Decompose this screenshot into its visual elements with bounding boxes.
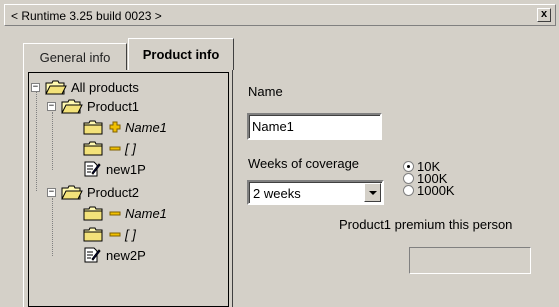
collapse-icon[interactable]: − <box>31 82 40 92</box>
radio-selected-icon[interactable] <box>403 161 414 172</box>
tree-line <box>52 198 53 256</box>
radio-1000k[interactable]: 1000K <box>403 183 455 198</box>
tab-general-info[interactable]: General info <box>23 43 127 70</box>
folder-icon <box>83 227 105 242</box>
tree-node-list[interactable]: [ ] <box>83 138 136 158</box>
tree-node-label: [ ] <box>125 226 136 242</box>
tree-node-label: new2P <box>106 247 146 263</box>
weeks-of-coverage-select[interactable]: 2 weeks <box>247 180 384 205</box>
tree-node-label: Name1 <box>125 119 167 135</box>
tree-node-document[interactable]: new2P <box>83 245 146 265</box>
radio-label: 1000K <box>417 183 455 198</box>
weeks-of-coverage-label: Weeks of coverage <box>248 156 360 171</box>
open-folder-icon <box>61 185 83 200</box>
window-title: < Runtime 3.25 build 0023 > <box>11 9 162 23</box>
name-input[interactable]: Name1 <box>247 113 382 140</box>
tree-node-label: Product2 <box>87 184 140 200</box>
open-folder-icon <box>45 80 67 95</box>
tree-node-name[interactable]: Name1 <box>83 117 167 137</box>
document-pen-icon <box>83 160 101 178</box>
document-pen-icon <box>83 246 101 264</box>
tree-node-name[interactable]: Name1 <box>83 203 167 223</box>
title-bar: < Runtime 3.25 build 0023 > x <box>4 4 556 26</box>
premium-label: Product1 premium this person <box>339 217 513 232</box>
premium-field <box>409 247 531 274</box>
radio-icon[interactable] <box>403 185 414 196</box>
select-value: 2 weeks <box>253 186 301 201</box>
tree-node-list[interactable]: [ ] <box>83 224 136 244</box>
plus-icon <box>109 121 121 133</box>
tree-node-label: Product1 <box>87 98 140 114</box>
collapse-icon[interactable]: − <box>47 187 56 197</box>
radio-icon[interactable] <box>403 173 414 184</box>
tab-product-info[interactable]: Product info <box>128 38 234 70</box>
tree-node-root[interactable]: − All products <box>31 77 139 97</box>
dash-icon <box>109 228 121 240</box>
dash-icon <box>109 142 121 154</box>
tree-node-label: Name1 <box>125 205 167 221</box>
close-icon[interactable]: x <box>537 8 551 22</box>
tree-node-label: new1P <box>106 161 146 177</box>
folder-icon <box>83 206 105 221</box>
chevron-down-icon[interactable] <box>364 183 381 202</box>
collapse-icon[interactable]: − <box>47 101 56 111</box>
dash-icon <box>109 207 121 219</box>
tree-line <box>52 112 53 170</box>
tree-node-label: All products <box>71 79 139 95</box>
tree-node-product[interactable]: − Product2 <box>47 182 139 202</box>
tree-node-label: [ ] <box>125 140 136 156</box>
folder-icon <box>83 120 105 135</box>
name-label: Name <box>248 84 283 99</box>
open-folder-icon <box>61 99 83 114</box>
folder-icon <box>83 141 105 156</box>
tree-node-document[interactable]: new1P <box>83 159 146 179</box>
tree-node-product[interactable]: − Product1 <box>47 96 139 116</box>
tree-line <box>36 91 37 191</box>
